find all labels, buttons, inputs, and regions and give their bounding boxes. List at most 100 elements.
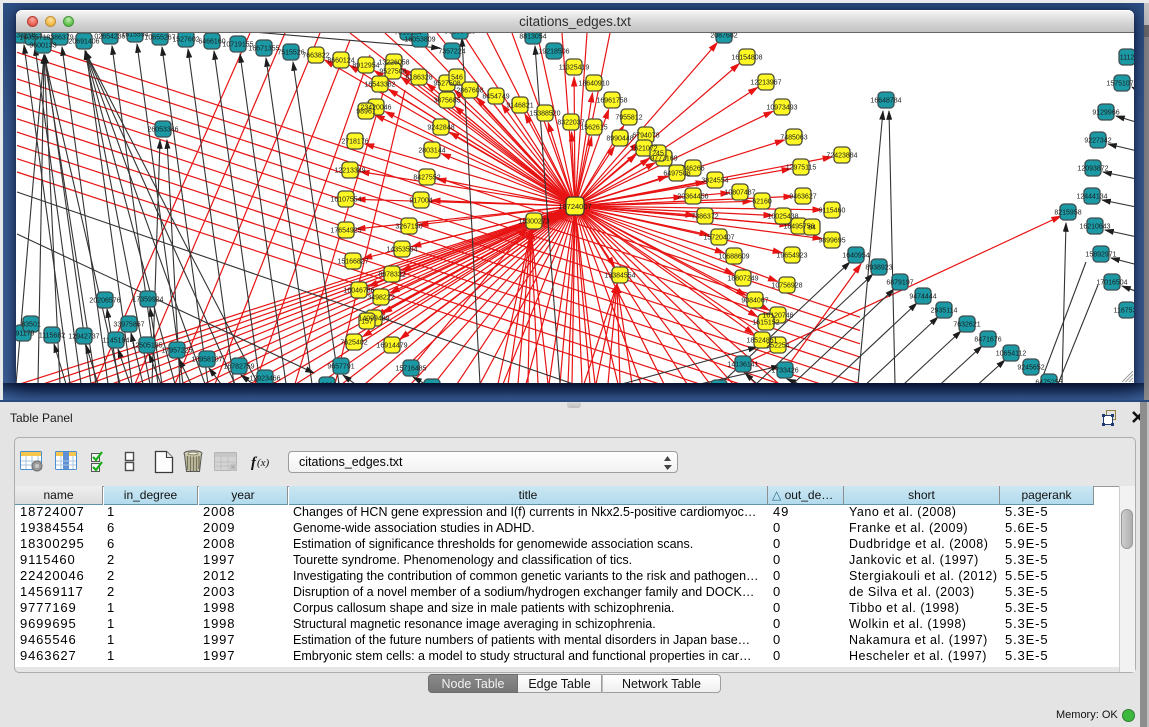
svg-text:546: 546 — [451, 75, 463, 82]
svg-text:2867608: 2867608 — [456, 88, 483, 95]
svg-text:3875685: 3875685 — [433, 98, 460, 105]
svg-text:10958107: 10958107 — [191, 357, 222, 364]
svg-text:917004: 917004 — [409, 198, 432, 205]
svg-text:72423884: 72423884 — [826, 153, 857, 160]
svg-text:20364456: 20364456 — [677, 194, 708, 201]
svg-text:16914479: 16914479 — [376, 343, 407, 350]
svg-text:1405571: 1405571 — [19, 35, 46, 42]
svg-text:15388520: 15388520 — [529, 111, 560, 118]
svg-text:4192832: 4192832 — [313, 383, 340, 384]
svg-text:7386372: 7386372 — [691, 214, 718, 221]
svg-text:9600133: 9600133 — [29, 43, 56, 50]
svg-text:9899695: 9899695 — [818, 238, 845, 245]
svg-text:16046786: 16046786 — [343, 288, 374, 295]
svg-text:18640910: 18640910 — [578, 81, 609, 88]
svg-text:9527508: 9527508 — [433, 81, 460, 88]
svg-text:3267150: 3267150 — [395, 224, 422, 231]
svg-text:10655267: 10655267 — [144, 35, 175, 42]
svg-text:8938923: 8938923 — [865, 265, 892, 272]
svg-text:2935114: 2935114 — [931, 308, 958, 315]
svg-text:93103413: 93103413 — [444, 33, 475, 36]
svg-text:12975115: 12975115 — [786, 165, 817, 172]
svg-text:7955812: 7955812 — [615, 115, 642, 122]
svg-text:12093872: 12093872 — [1077, 166, 1108, 173]
svg-text:19384554: 19384554 — [604, 273, 635, 280]
svg-text:9527506: 9527506 — [379, 69, 406, 76]
svg-text:6475255: 6475255 — [1035, 380, 1062, 384]
svg-text:14353594: 14353594 — [386, 247, 417, 254]
svg-text:12505135: 12505135 — [131, 343, 162, 350]
svg-text:8813054: 8813054 — [519, 34, 546, 41]
svg-text:3824554: 3824554 — [701, 178, 728, 185]
svg-text:2087682: 2087682 — [710, 33, 737, 40]
svg-text:252254: 252254 — [766, 343, 789, 350]
svg-text:12213349: 12213349 — [334, 168, 365, 175]
svg-text:8878332: 8878332 — [378, 272, 405, 279]
svg-text:12444134: 12444134 — [1076, 194, 1107, 201]
svg-text:18300273: 18300273 — [518, 219, 549, 226]
svg-text:16120746: 16120746 — [762, 313, 793, 320]
svg-text:16210643: 16210643 — [1079, 224, 1110, 231]
svg-text:9657791: 9657791 — [327, 364, 354, 371]
svg-text:19218506: 19218506 — [538, 49, 569, 56]
svg-text:13226058: 13226058 — [378, 60, 409, 67]
svg-text:9084067: 9084067 — [741, 298, 768, 305]
svg-text:17016504: 17016504 — [1096, 280, 1127, 287]
svg-text:17654925: 17654925 — [330, 228, 361, 235]
svg-text:10688609: 10688609 — [718, 254, 749, 261]
svg-text:20206576: 20206576 — [89, 298, 120, 305]
svg-text:11325419: 11325419 — [559, 65, 590, 72]
svg-text:10756928: 10756928 — [771, 283, 802, 290]
svg-text:9146821: 9146821 — [506, 103, 533, 110]
svg-text:15166827: 15166827 — [337, 259, 368, 266]
svg-text:1615152: 1615152 — [752, 320, 779, 327]
svg-text:15751074: 15751074 — [1106, 81, 1134, 88]
svg-text:1145194: 1145194 — [103, 338, 130, 345]
svg-text:16782759: 16782759 — [223, 364, 254, 371]
svg-text:1527602: 1527602 — [172, 37, 199, 44]
svg-text:9242848: 9242848 — [427, 125, 454, 132]
svg-text:15716485: 15716485 — [395, 366, 426, 373]
svg-text:10025438: 10025438 — [767, 214, 798, 221]
svg-text:64: 64 — [808, 225, 816, 232]
svg-text:62160: 62160 — [752, 199, 772, 206]
svg-text:7357224: 7357224 — [438, 49, 465, 56]
svg-text:8427552: 8427552 — [413, 175, 440, 182]
svg-text:16053809: 16053809 — [404, 37, 435, 44]
svg-text:8454749: 8454749 — [482, 94, 509, 101]
svg-text:9227342: 9227342 — [1084, 138, 1111, 145]
svg-text:9463627: 9463627 — [789, 194, 816, 201]
svg-text:2803144: 2803144 — [418, 148, 445, 155]
svg-text:6879197: 6879197 — [886, 280, 913, 287]
svg-text:157: 157 — [361, 319, 373, 326]
svg-text:1640954: 1640954 — [842, 253, 869, 260]
svg-text:1115682: 1115682 — [39, 333, 65, 340]
svg-text:9474444: 9474444 — [909, 294, 936, 301]
svg-text:16107554: 16107554 — [330, 197, 361, 204]
svg-text:6497508: 6497508 — [663, 171, 690, 178]
svg-text:19654923: 19654923 — [776, 253, 807, 260]
svg-text:15892971: 15892971 — [1085, 252, 1116, 259]
svg-text:16671355: 16671355 — [248, 46, 279, 53]
svg-text:12942737: 12942737 — [68, 334, 99, 341]
svg-text:8186328: 8186328 — [405, 75, 432, 82]
svg-text:10807487: 10807487 — [724, 190, 755, 197]
svg-text:83501: 83501 — [21, 322, 41, 329]
svg-text:10654112: 10654112 — [996, 351, 1027, 358]
svg-text:8912954: 8912954 — [352, 63, 379, 70]
svg-text:7663822: 7663822 — [302, 53, 329, 60]
svg-text:1733426: 1733426 — [771, 368, 798, 375]
svg-text:8215958: 8215958 — [1054, 210, 1081, 217]
svg-text:2718176: 2718176 — [341, 139, 368, 146]
svg-text:245: 245 — [652, 151, 664, 158]
svg-text:(x): (x) — [257, 457, 270, 469]
svg-text:16543382: 16543382 — [364, 82, 395, 89]
svg-text:7625402: 7625402 — [340, 340, 367, 347]
svg-text:391179: 391179 — [16, 331, 35, 338]
svg-text:33975867: 33975867 — [113, 322, 144, 329]
svg-text:18807249: 18807249 — [727, 276, 758, 283]
svg-text:7485063: 7485063 — [780, 135, 807, 142]
svg-text:8660124: 8660124 — [327, 58, 354, 65]
svg-text:17359924: 17359924 — [132, 297, 163, 304]
svg-text:12923466: 12923466 — [249, 376, 280, 383]
